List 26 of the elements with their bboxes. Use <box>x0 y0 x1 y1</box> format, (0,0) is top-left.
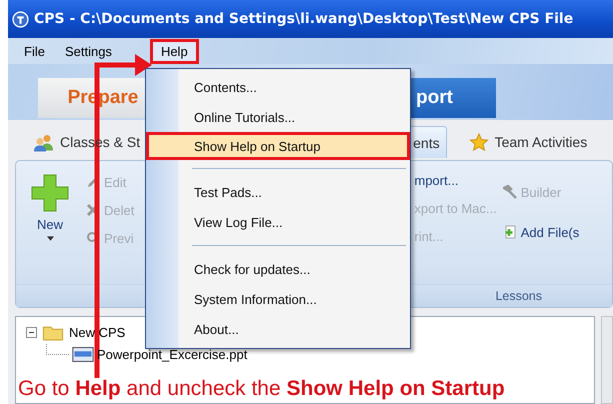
ribbon-action[interactable]: mport... <box>414 169 497 191</box>
add-file-icon <box>502 225 517 239</box>
instruction-text: Go to Help and uncheck the Show Help on Startup <box>18 377 506 401</box>
star-icon <box>468 132 489 152</box>
menu-item[interactable]: File <box>18 40 51 62</box>
collapse-icon[interactable] <box>26 326 37 338</box>
menu-item[interactable]: Test Pads... <box>146 177 410 207</box>
window-title: CPS - C:\Documents and Settings\li.wang\Desktop\Test\New CPS File <box>34 11 574 27</box>
menu-item[interactable]: Help <box>150 38 199 64</box>
folder-icon <box>42 324 64 340</box>
menu-item[interactable]: System Information... <box>146 284 410 314</box>
menu-item[interactable]: About... <box>146 314 410 344</box>
menu-item[interactable]: Show Help on Startup <box>146 132 410 160</box>
tab[interactable]: Team Activities <box>462 126 594 158</box>
new-button[interactable]: New <box>26 173 74 241</box>
menu-item[interactable]: Settings <box>58 40 118 62</box>
app-icon <box>12 10 29 28</box>
caret-icon <box>46 236 54 241</box>
slide-icon <box>72 346 94 362</box>
group-label: Lessons <box>495 289 542 303</box>
people-icon <box>34 132 54 152</box>
hammer-icon <box>502 185 517 199</box>
ribbon-action[interactable]: Add File(s <box>502 221 580 243</box>
menu-item[interactable]: Check for updates... <box>146 254 410 284</box>
plus-icon <box>30 173 70 213</box>
menu-item[interactable]: View Log File... <box>146 207 410 237</box>
